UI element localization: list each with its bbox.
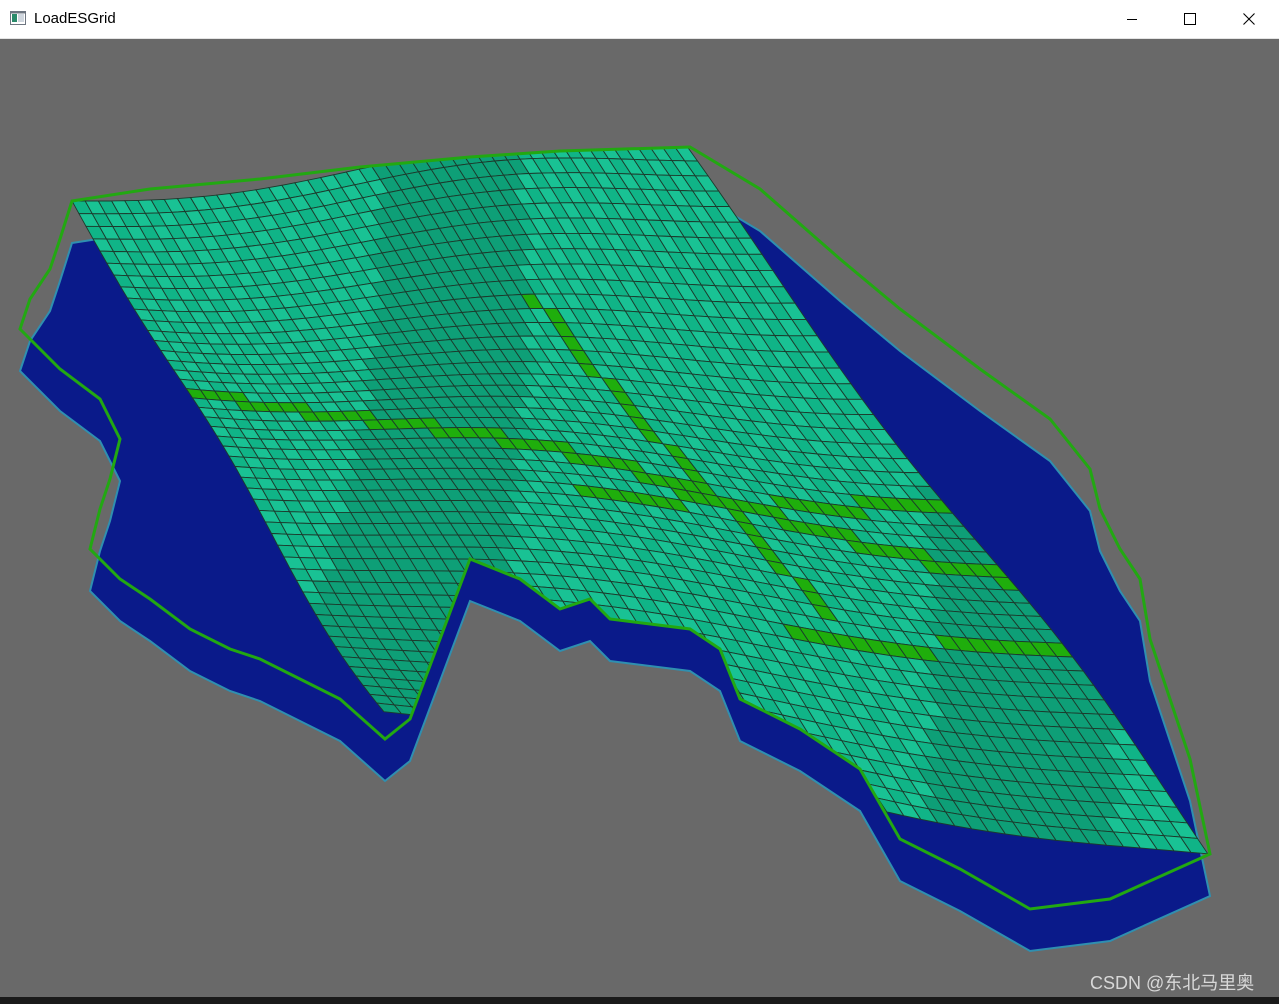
app-icon [10, 11, 26, 25]
close-icon [1243, 13, 1255, 25]
close-button[interactable] [1220, 0, 1278, 38]
console-strip [0, 997, 1279, 1004]
minimize-icon [1126, 13, 1138, 25]
render-viewport[interactable] [0, 39, 1279, 1004]
maximize-button[interactable] [1161, 0, 1219, 38]
grid-scene[interactable] [0, 39, 1279, 1004]
app-window: LoadESGrid CSDN @东北马里奥 [0, 0, 1279, 1004]
maximize-icon [1184, 13, 1196, 25]
window-title: LoadESGrid [34, 10, 116, 27]
title-bar[interactable]: LoadESGrid [0, 0, 1279, 39]
watermark: CSDN @东北马里奥 [1090, 973, 1255, 993]
minimize-button[interactable] [1103, 0, 1161, 38]
